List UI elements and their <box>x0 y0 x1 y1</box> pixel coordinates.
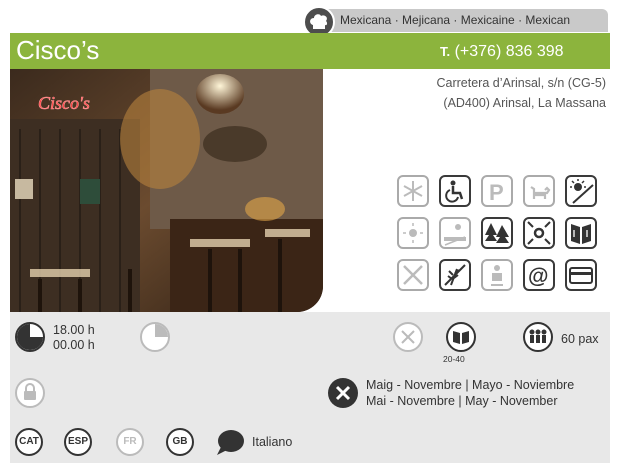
parking-icon: P <box>481 175 513 207</box>
opening-time: 18.00 h <box>53 323 95 337</box>
neon-sign: Cisco's <box>38 93 90 113</box>
clock-secondary-icon <box>140 322 170 352</box>
svg-text:@: @ <box>528 265 548 288</box>
language-esp-badge: ESP <box>64 428 92 456</box>
pets-allowed-icon <box>523 175 555 207</box>
center-location-icon <box>523 217 555 249</box>
people-capacity-icon <box>523 322 553 352</box>
closed-x-icon <box>328 378 358 408</box>
language-gb-badge: GB <box>166 428 194 456</box>
clock-open-icon <box>15 322 45 352</box>
baby-chair-icon <box>481 259 513 291</box>
cuisine-label: Mexicana · Mejicana · Mexicaine · Mexica… <box>340 13 571 27</box>
no-gluten-icon <box>439 259 471 291</box>
no-cutlery-icon <box>397 259 429 291</box>
restaurant-name: Cisco’s <box>16 35 100 65</box>
menu-book-icon <box>565 217 597 249</box>
speech-bubble-icon <box>215 428 245 458</box>
no-cutlery-circle-icon <box>393 322 423 352</box>
phone-number[interactable]: T. (+376) 836 398 <box>440 43 564 61</box>
language-fr-badge: FR <box>116 428 144 456</box>
credit-card-icon <box>565 259 597 291</box>
closing-time: 00.00 h <box>53 338 95 352</box>
phone-prefix: T. <box>440 44 451 59</box>
no-smoking-terrace-icon <box>565 175 597 207</box>
wheelchair-access-icon <box>439 175 471 207</box>
other-language: Italiano <box>252 435 293 449</box>
email-at-icon[interactable]: @ <box>523 259 555 291</box>
closed-period-line-2: Mai - Novembre | May - November <box>366 394 558 408</box>
capacity-value: 60 pax <box>561 332 599 346</box>
language-cat-badge: CAT <box>15 428 43 456</box>
closed-period-line-1: Maig - Novembre | Mayo - Noviembre <box>366 378 575 392</box>
lock-icon <box>15 378 45 408</box>
address-line-1: Carretera d’Arinsal, s/n (CG-5) <box>436 76 607 90</box>
address-line-2: (AD400) Arinsal, La Massana <box>443 96 606 110</box>
price-menu-icon <box>446 322 476 352</box>
restaurant-photo: Cisco's <box>10 69 323 312</box>
sun-terrace-view-icon <box>439 217 471 249</box>
price-range: 20-40 <box>443 354 465 364</box>
terrace-sun-icon <box>397 217 429 249</box>
air-conditioning-icon <box>397 175 429 207</box>
svg-text:P: P <box>489 180 504 205</box>
phone-value: (+376) 836 398 <box>450 43 564 60</box>
forest-view-icon <box>481 217 513 249</box>
